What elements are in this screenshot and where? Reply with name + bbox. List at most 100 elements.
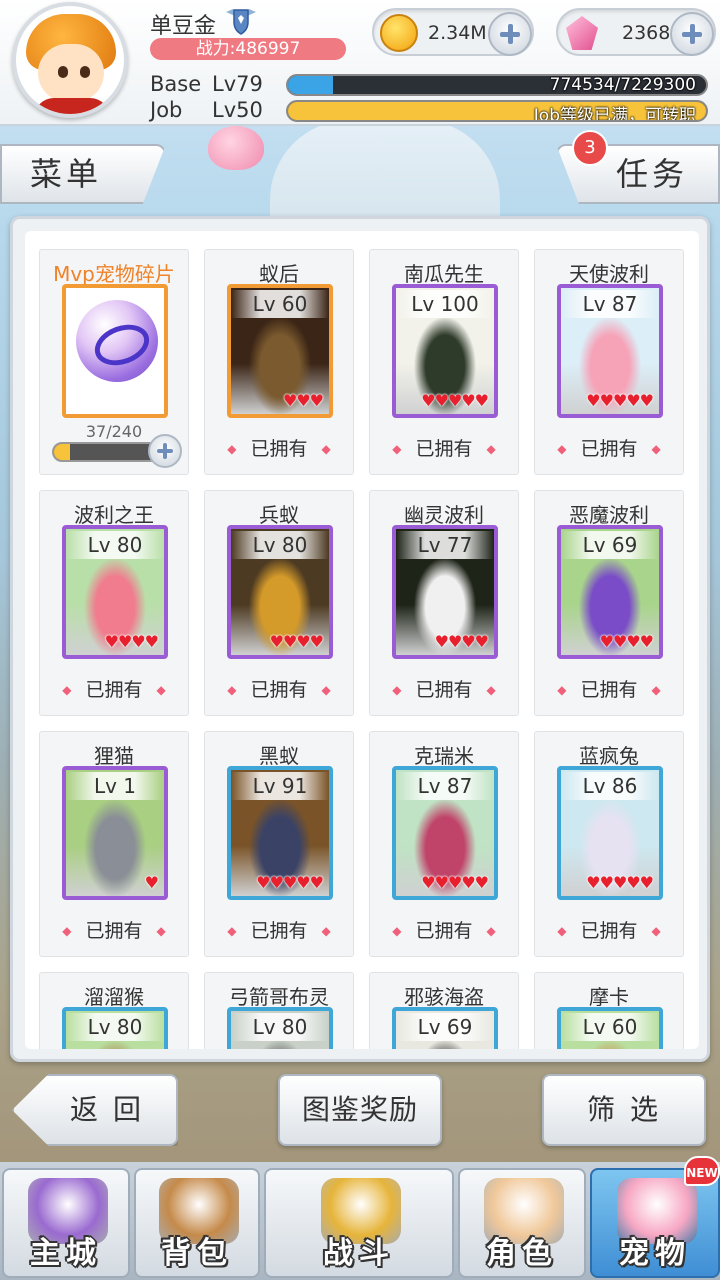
- pet-portrait: Lv 80: [62, 1007, 168, 1049]
- pet-card[interactable]: 波利之王 Lv 80 ♥♥♥♥ ◆ 已拥有 ◆: [39, 490, 189, 716]
- floating-poring-icon[interactable]: [208, 126, 264, 170]
- diamond-icon: ◆: [486, 683, 496, 697]
- combat-power: 战力:486997: [150, 38, 346, 60]
- pet-card[interactable]: 黑蚁 Lv 91 ♥♥♥♥♥ ◆ 已拥有 ◆: [204, 731, 354, 957]
- pet-card[interactable]: 天使波利 Lv 87 ♥♥♥♥♥ ◆ 已拥有 ◆: [534, 249, 684, 475]
- mvp-fragment-frame: [62, 284, 168, 418]
- pet-level: Lv 87: [396, 772, 494, 800]
- collection-reward-button[interactable]: 图鉴奖励: [278, 1074, 442, 1146]
- job-status-text: Job等级已满，可转职: [533, 106, 696, 122]
- pet-portrait: Lv 100 ♥♥♥♥♥: [392, 284, 498, 418]
- gem-icon: [566, 16, 598, 50]
- diamond-icon: ◆: [156, 924, 166, 938]
- pet-owned-status: ◆ 已拥有 ◆: [370, 675, 518, 702]
- pet-collection-panel: Mvp宠物碎片 37/240 蚁后 Lv 60 ♥♥♥ ◆ 已拥有 ◆ 南瓜先生 Lv 100…: [10, 216, 710, 1062]
- pet-level: Lv 100: [396, 290, 494, 318]
- add-gem-button[interactable]: [670, 12, 714, 56]
- mvp-fragment-bar: [52, 442, 162, 462]
- pet-name: 黑蚁: [259, 744, 299, 768]
- pet-hearts: ♥♥♥♥♥: [586, 873, 654, 892]
- pet-card[interactable]: 狸猫 Lv 1 ♥ ◆ 已拥有 ◆: [39, 731, 189, 957]
- pet-portrait: Lv 77 ♥♥♥♥: [392, 525, 498, 659]
- diamond-icon: ◆: [62, 683, 72, 697]
- pet-portrait: Lv 69 ♥♥♥♥: [557, 525, 663, 659]
- pet-card[interactable]: 弓箭哥布灵 Lv 80: [204, 972, 354, 1049]
- gem-value: 2368: [622, 22, 671, 44]
- pet-name: 蓝疯兔: [579, 744, 639, 768]
- diamond-icon: ◆: [651, 683, 661, 697]
- nav-battle[interactable]: 战斗: [264, 1168, 454, 1278]
- nav-label: 角色: [486, 1236, 558, 1271]
- pet-portrait: Lv 69: [392, 1007, 498, 1049]
- pet-level: Lv 87: [561, 290, 659, 318]
- pet-owned-status: ◆ 已拥有 ◆: [205, 916, 353, 943]
- base-label: Base: [150, 72, 202, 96]
- diamond-icon: ◆: [557, 683, 567, 697]
- pet-portrait: Lv 60 ♥♥♥: [227, 284, 333, 418]
- pet-card[interactable]: 邪骇海盗 Lv 69: [369, 972, 519, 1049]
- pet-card[interactable]: 蓝疯兔 Lv 86 ♥♥♥♥♥ ◆ 已拥有 ◆: [534, 731, 684, 957]
- owned-label: 已拥有: [415, 920, 473, 942]
- pet-level: Lv 77: [396, 531, 494, 559]
- pet-card[interactable]: 恶魔波利 Lv 69 ♥♥♥♥ ◆ 已拥有 ◆: [534, 490, 684, 716]
- owned-label: 已拥有: [85, 920, 143, 942]
- nav-backpack[interactable]: 背包: [134, 1168, 260, 1278]
- diamond-icon: ◆: [392, 683, 402, 697]
- top-status-bar: 单豆金 战力:486997 Base Lv79 774534/7229300 J…: [0, 0, 720, 126]
- pet-grid-scroll[interactable]: Mvp宠物碎片 37/240 蚁后 Lv 60 ♥♥♥ ◆ 已拥有 ◆ 南瓜先生 Lv 100…: [25, 231, 699, 1049]
- add-zeny-button[interactable]: [488, 12, 532, 56]
- pet-portrait: Lv 87 ♥♥♥♥♥: [557, 284, 663, 418]
- diamond-icon: ◆: [321, 683, 331, 697]
- pet-level: Lv 69: [396, 1013, 494, 1041]
- nav-label: 战斗: [323, 1236, 395, 1271]
- pet-card[interactable]: 摩卡 Lv 60: [534, 972, 684, 1049]
- pet-card[interactable]: 南瓜先生 Lv 100 ♥♥♥♥♥ ◆ 已拥有 ◆: [369, 249, 519, 475]
- nav-character[interactable]: 角色: [458, 1168, 586, 1278]
- owned-label: 已拥有: [415, 438, 473, 460]
- mvp-orb-icon: [76, 300, 158, 382]
- pet-level: Lv 80: [231, 531, 329, 559]
- pet-hearts: ♥♥♥♥♥: [256, 873, 324, 892]
- pet-card[interactable]: 溜溜猴 Lv 80: [39, 972, 189, 1049]
- pet-owned-status: ◆ 已拥有 ◆: [370, 434, 518, 461]
- pet-card[interactable]: 幽灵波利 Lv 77 ♥♥♥♥ ◆ 已拥有 ◆: [369, 490, 519, 716]
- owned-label: 已拥有: [250, 920, 308, 942]
- pet-card[interactable]: 兵蚁 Lv 80 ♥♥♥♥ ◆ 已拥有 ◆: [204, 490, 354, 716]
- filter-button[interactable]: 筛 选: [542, 1074, 706, 1146]
- pet-hearts: ♥♥♥♥: [599, 632, 654, 651]
- pet-hearts: ♥♥♥♥♥: [421, 391, 489, 410]
- player-avatar[interactable]: [12, 2, 128, 118]
- vip-shield-icon[interactable]: [222, 6, 260, 36]
- pet-card[interactable]: 克瑞米 Lv 87 ♥♥♥♥♥ ◆ 已拥有 ◆: [369, 731, 519, 957]
- pet-owned-status: ◆ 已拥有 ◆: [205, 675, 353, 702]
- pet-owned-status: ◆ 已拥有 ◆: [40, 916, 188, 943]
- nav-castle[interactable]: 主城: [2, 1168, 130, 1278]
- menu-button[interactable]: 菜单: [0, 144, 166, 204]
- add-fragment-button[interactable]: [148, 434, 182, 468]
- pet-owned-status: ◆ 已拥有 ◆: [535, 434, 683, 461]
- owned-label: 已拥有: [85, 679, 143, 701]
- diamond-icon: ◆: [62, 924, 72, 938]
- mvp-fragment-fill: [54, 444, 71, 460]
- pet-name: 幽灵波利: [404, 503, 484, 527]
- pet-name: 邪骇海盗: [404, 985, 484, 1009]
- pet-name: 狸猫: [94, 744, 134, 768]
- mvp-fragment-card[interactable]: Mvp宠物碎片 37/240: [39, 249, 189, 475]
- pet-name: 天使波利: [569, 262, 649, 286]
- avatar-body: [34, 98, 110, 114]
- pet-owned-status: ◆ 已拥有 ◆: [370, 916, 518, 943]
- pet-hearts: ♥♥♥♥: [434, 632, 489, 651]
- pet-name: 溜溜猴: [84, 985, 144, 1009]
- diamond-icon: ◆: [486, 924, 496, 938]
- pet-hearts: ♥♥♥♥♥: [421, 873, 489, 892]
- task-count-badge: 3: [572, 130, 608, 166]
- pet-hearts: ♥♥♥♥: [269, 632, 324, 651]
- zeny-value: 2.34M: [428, 22, 487, 44]
- pet-card[interactable]: 蚁后 Lv 60 ♥♥♥ ◆ 已拥有 ◆: [204, 249, 354, 475]
- pet-level: Lv 60: [231, 290, 329, 318]
- pet-portrait: Lv 87 ♥♥♥♥♥: [392, 766, 498, 900]
- nav-label: 背包: [161, 1236, 233, 1271]
- pet-portrait: Lv 86 ♥♥♥♥♥: [557, 766, 663, 900]
- base-exp-bar: 774534/7229300: [286, 74, 708, 96]
- pet-owned-status: ◆ 已拥有 ◆: [40, 675, 188, 702]
